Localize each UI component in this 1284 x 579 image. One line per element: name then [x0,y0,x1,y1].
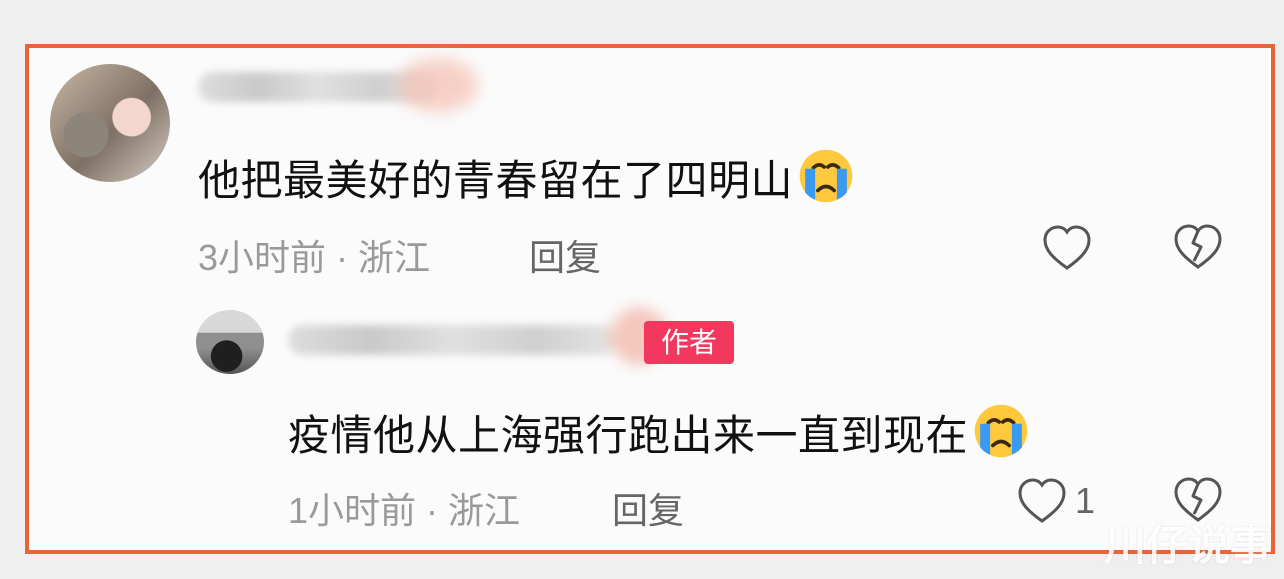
crying-face-icon [799,149,853,203]
reply-button[interactable]: 回复 [612,482,684,534]
author-badge: 作者 [644,321,734,364]
heart-icon[interactable] [1016,477,1068,525]
commenter-avatar[interactable] [50,64,170,182]
broken-heart-icon[interactable] [1172,223,1224,271]
reply-text: 疫情他从上海强行跑出来一直到现在 [288,402,1030,460]
reply-timestamp-location: 1小时前 · 浙江 [288,490,521,531]
heart-icon[interactable] [1041,224,1093,272]
comment-body: 他把最美好的青春留在了四明山 [198,157,794,204]
crying-face-icon [974,404,1028,458]
comment-text: 他把最美好的青春留在了四明山 [198,147,855,205]
watermark: 川仔说事 [1104,522,1273,569]
reply-body: 疫情他从上海强行跑出来一直到现在 [288,412,969,459]
reply-button[interactable]: 回复 [529,229,601,281]
blurred-name-emoji [398,58,478,112]
like-count: 1 [1075,480,1096,521]
comment-screenshot: 他把最美好的青春留在了四明山 3小时前 · 浙江 回复 作者 疫情他从上海强行跑… [0,0,1284,579]
comment-timestamp-location: 3小时前 · 浙江 [198,237,431,278]
blurred-author-name [288,325,618,355]
highlighted-comment-thread [25,44,1275,554]
author-avatar[interactable] [196,310,264,374]
